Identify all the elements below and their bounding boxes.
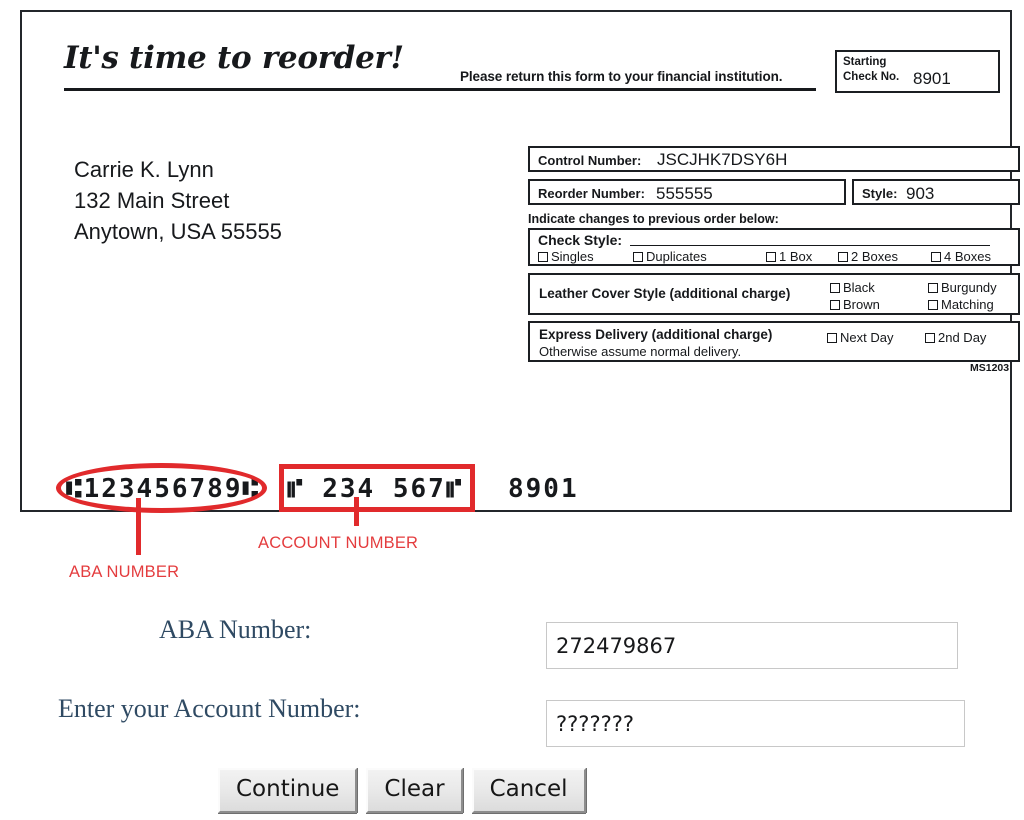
address-line-street: 132 Main Street <box>74 188 230 213</box>
style-box: Style: 903 <box>852 179 1020 205</box>
checkbox-option-4-boxes[interactable]: 4 Boxes <box>931 249 991 264</box>
payer-address-block: Carrie K. Lynn 132 Main Street Anytown, … <box>74 154 282 247</box>
check-style-write-in-line <box>630 245 990 246</box>
checkbox-option-next-day[interactable]: Next Day <box>827 330 893 345</box>
aba-highlight-ellipse <box>56 463 267 513</box>
aba-annotation-label: ABA NUMBER <box>69 563 180 581</box>
control-number-label: Control Number: <box>538 153 642 168</box>
checkbox-label: Burgundy <box>941 280 997 295</box>
check-style-options: Singles Duplicates 1 Box 2 Boxes 4 Boxes <box>538 249 1016 265</box>
check-image: It's time to reorder! Please return this… <box>20 10 1020 513</box>
aba-number-label: ABA Number: <box>159 615 312 644</box>
check-style-box: Check Style: Singles Duplicates 1 Box 2 <box>528 228 1020 266</box>
checkbox-option-2-boxes[interactable]: 2 Boxes <box>838 249 898 264</box>
micr-check-number: 8901 <box>508 474 579 504</box>
checkbox-option-brown[interactable]: Brown <box>830 297 880 312</box>
checkbox-option-duplicates[interactable]: Duplicates <box>633 249 707 264</box>
checkbox-label: Duplicates <box>646 249 707 264</box>
style-value: 903 <box>906 184 935 203</box>
checkbox-icon[interactable] <box>766 251 776 262</box>
reorder-number-label: Reorder Number: <box>538 186 645 201</box>
aba-leader-line <box>136 498 141 555</box>
account-highlight-rectangle <box>279 464 475 512</box>
checkbox-icon[interactable] <box>931 251 941 262</box>
account-leader-line <box>354 497 359 526</box>
checkbox-icon[interactable] <box>830 282 840 293</box>
checkbox-option-matching[interactable]: Matching <box>928 297 994 312</box>
form-button-row: Continue Clear Cancel <box>218 768 586 813</box>
checkbox-icon[interactable] <box>928 299 938 310</box>
checkbox-label: Singles <box>551 249 594 264</box>
indicate-changes-note: Indicate changes to previous order below… <box>528 212 779 226</box>
checkbox-option-black[interactable]: Black <box>830 280 875 295</box>
checkbox-icon[interactable] <box>633 251 643 262</box>
reorder-title: It's time to reorder! <box>64 40 404 76</box>
clear-button[interactable]: Clear <box>366 768 463 813</box>
address-line-name: Carrie K. Lynn <box>74 157 214 182</box>
checkbox-label: Matching <box>941 297 994 312</box>
checkbox-option-burgundy[interactable]: Burgundy <box>928 280 997 295</box>
title-rule <box>64 88 816 91</box>
starting-check-number-box: Starting Check No. 8901 <box>835 50 1000 93</box>
control-number-box: Control Number: JSCJHK7DSY6H <box>528 146 1020 172</box>
checkbox-option-1-box[interactable]: 1 Box <box>766 249 812 264</box>
form-code-text: MS1203 <box>970 362 1010 374</box>
checkbox-icon[interactable] <box>830 299 840 310</box>
checkbox-icon[interactable] <box>928 282 938 293</box>
checkbox-label: Black <box>843 280 875 295</box>
checkbox-icon[interactable] <box>827 332 837 343</box>
checkbox-label: 2 Boxes <box>851 249 898 264</box>
checkbox-label: 2nd Day <box>938 330 987 345</box>
checkbox-icon[interactable] <box>538 251 548 262</box>
starting-check-label-line2: Check No. <box>843 71 900 83</box>
express-delivery-subtitle: Otherwise assume normal delivery. <box>539 344 742 359</box>
reorder-number-value: 555555 <box>656 184 713 203</box>
checkbox-label: 4 Boxes <box>944 249 991 264</box>
account-annotation-label: ACCOUNT NUMBER <box>258 534 419 552</box>
starting-check-number-label: Starting Check No. <box>843 55 899 85</box>
checkbox-label: 1 Box <box>779 249 813 264</box>
account-number-label: Enter your Account Number: <box>58 694 361 723</box>
starting-check-label-line1: Starting <box>843 56 887 68</box>
check-style-title: Check Style: <box>538 232 623 248</box>
cancel-button[interactable]: Cancel <box>471 768 586 813</box>
continue-button[interactable]: Continue <box>218 768 358 813</box>
checkbox-label: Brown <box>843 297 880 312</box>
checkbox-icon[interactable] <box>925 332 935 343</box>
starting-check-number-value: 8901 <box>913 69 951 88</box>
express-delivery-box: Express Delivery (additional charge) Oth… <box>528 321 1020 362</box>
checkbox-option-singles[interactable]: Singles <box>538 249 594 264</box>
style-label: Style: <box>862 186 898 201</box>
control-number-value: JSCJHK7DSY6H <box>657 150 788 169</box>
checkbox-icon[interactable] <box>838 251 848 262</box>
page-root: It's time to reorder! Please return this… <box>0 0 1024 820</box>
checkbox-label: Next Day <box>840 330 894 345</box>
leather-cover-style-box: Leather Cover Style (additional charge) … <box>528 273 1020 315</box>
aba-number-input[interactable] <box>546 622 958 669</box>
express-delivery-title: Express Delivery (additional charge) <box>539 327 773 342</box>
leather-cover-style-title: Leather Cover Style (additional charge) <box>539 286 791 301</box>
return-instruction-text: Please return this form to your financia… <box>460 69 783 84</box>
checkbox-option-2nd-day[interactable]: 2nd Day <box>925 330 986 345</box>
address-line-city: Anytown, USA 55555 <box>74 219 282 244</box>
reorder-number-box: Reorder Number: 555555 <box>528 179 846 205</box>
account-number-input[interactable] <box>546 700 965 747</box>
